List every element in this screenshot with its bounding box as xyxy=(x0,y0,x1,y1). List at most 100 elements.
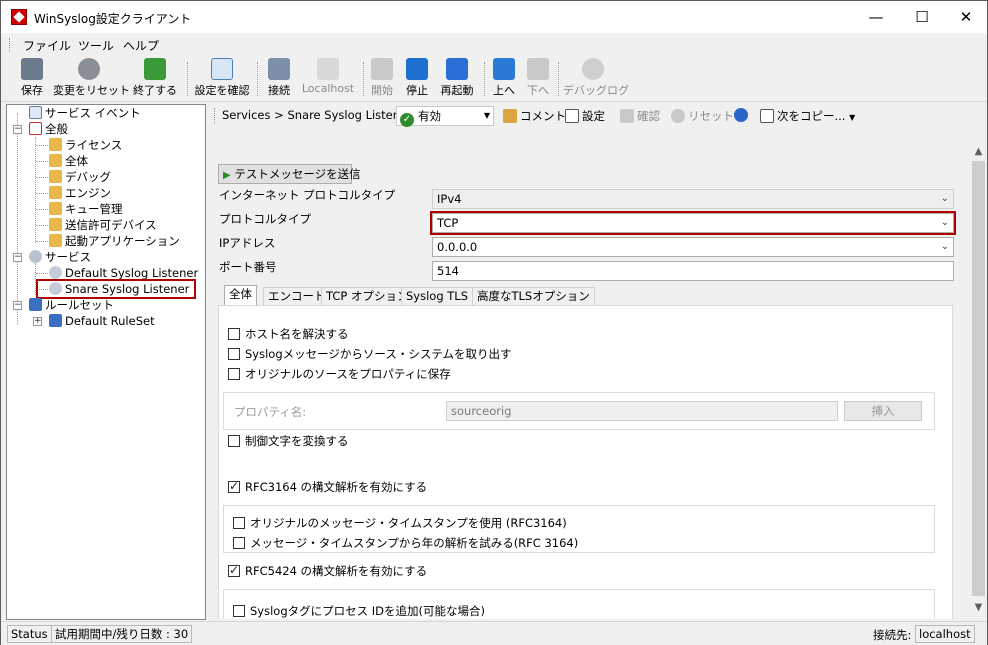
menu-tools[interactable]: ツール xyxy=(78,37,114,54)
localhost-button[interactable]: Localhost xyxy=(299,58,357,100)
app-logo-icon xyxy=(11,9,27,25)
property-name-label: プロパティ名: xyxy=(234,405,307,419)
append-process-id-checkbox[interactable]: Syslogタグにプロセス IDを追加(可能な場合) xyxy=(233,604,485,618)
breadcrumb: Services > Snare Syslog Listener xyxy=(222,108,412,122)
extract-source-checkbox[interactable]: Syslogメッセージからソース・システムを取り出す xyxy=(228,347,511,361)
rfc3164-options-group: オリジナルのメッセージ・タイムスタンプを使用 (RFC3164) メッセージ・タ… xyxy=(223,505,935,553)
vertical-scrollbar[interactable]: ▲ ▼ xyxy=(970,129,987,619)
tree-node-license[interactable]: ライセンス xyxy=(49,137,122,153)
transport-highlight xyxy=(430,211,956,235)
arrow-down-icon xyxy=(527,58,549,80)
chevron-down-icon: ▼ xyxy=(849,113,856,122)
comment-button[interactable]: コメント xyxy=(503,108,566,124)
port-input[interactable]: 514 xyxy=(432,261,954,281)
property-name-input[interactable]: sourceorig xyxy=(446,401,838,421)
ip-address-select[interactable]: 0.0.0.0 ⌄ xyxy=(432,237,954,257)
help-icon xyxy=(734,108,748,122)
menu-file[interactable]: ファイル xyxy=(23,37,71,54)
check-config-button[interactable]: 設定を確認 xyxy=(192,58,252,100)
move-up-button[interactable]: 上へ xyxy=(489,58,519,100)
checkbox-box xyxy=(228,368,240,380)
checkbox-box xyxy=(228,348,240,360)
insert-button[interactable]: 挿入 xyxy=(844,401,922,421)
reset-changes-button[interactable]: 変更をリセット xyxy=(53,58,130,100)
maximize-button[interactable]: ☐ xyxy=(899,1,945,33)
confirm-button[interactable]: 確認 xyxy=(620,108,660,124)
save-icon xyxy=(21,58,43,80)
ruleset-icon xyxy=(29,298,42,311)
help-button[interactable] xyxy=(734,108,751,122)
tree-node-services[interactable]: サービス xyxy=(29,249,91,265)
toolbar-separator xyxy=(558,62,559,96)
collapse-services-icon[interactable]: − xyxy=(13,253,22,262)
restart-button[interactable]: 再起動 xyxy=(437,58,477,100)
tree-node-queue-management[interactable]: キュー管理 xyxy=(49,201,123,217)
parse-year-checkbox[interactable]: メッセージ・タイムスタンプから年の解析を試みる(RFC 3164) xyxy=(233,536,578,550)
scroll-up-icon[interactable]: ▲ xyxy=(970,143,987,160)
tree-node-general[interactable]: 全般 xyxy=(29,121,68,137)
use-original-timestamp-checkbox[interactable]: オリジナルのメッセージ・タイムスタンプを使用 (RFC3164) xyxy=(233,516,567,530)
checklist-icon xyxy=(29,122,42,135)
keep-original-source-checkbox[interactable]: オリジナルのソースをプロパティに保存 xyxy=(228,367,451,381)
tree-line xyxy=(17,113,18,325)
port-label: ポート番号 xyxy=(219,260,277,274)
collapse-general-icon[interactable]: − xyxy=(13,125,22,134)
tree-node-default-ruleset[interactable]: Default RuleSet xyxy=(49,313,155,329)
bug-icon xyxy=(582,58,604,80)
settings-button[interactable]: 設定 xyxy=(565,108,605,124)
tab-general[interactable]: 全体 xyxy=(224,285,257,305)
start-button[interactable]: 開始 xyxy=(367,58,397,100)
header-reset-button[interactable]: リセット xyxy=(671,108,734,124)
protocol-type-select[interactable]: IPv4 ⌄ xyxy=(432,189,954,209)
move-down-button[interactable]: 下へ xyxy=(523,58,553,100)
tree-node-engine[interactable]: エンジン xyxy=(49,185,111,201)
chevron-down-icon: ▼ xyxy=(483,111,490,120)
reset-icon xyxy=(671,109,685,123)
toolbar-separator xyxy=(363,62,364,96)
stop-icon xyxy=(406,58,428,80)
rfc5424-parsing-checkbox[interactable]: RFC5424 の構文解析を有効にする xyxy=(228,563,427,578)
connect-button[interactable]: 接続 xyxy=(263,58,295,100)
scrollbar-thumb[interactable] xyxy=(972,161,985,596)
close-button[interactable]: ✕ xyxy=(943,1,988,33)
tab-syslog-tls[interactable]: Syslog TLS xyxy=(401,287,474,305)
tree-node-debug[interactable]: デバッグ xyxy=(49,169,111,185)
tree-node-service-events[interactable]: サービス イベント xyxy=(29,105,141,121)
convert-control-chars-checkbox[interactable]: 制御文字を変換する xyxy=(228,434,349,448)
exit-button[interactable]: 終了する xyxy=(131,58,179,100)
tree-node-startup-apps[interactable]: 起動アプリケーション xyxy=(49,233,180,249)
config-tree: サービス イベント − 全般 ライセンス 全体 デバッグ エンジン キュー管理 … xyxy=(6,104,206,620)
gears-icon xyxy=(29,250,42,263)
scroll-down-icon[interactable]: ▼ xyxy=(970,599,987,616)
copy-next-button[interactable]: 次をコピー... ▼ xyxy=(760,108,855,124)
tree-node-allowed-senders[interactable]: 送信許可デバイス xyxy=(49,217,157,233)
tab-advanced-tls[interactable]: 高度なTLSオプション xyxy=(472,287,595,305)
collapse-rulesets-icon[interactable]: − xyxy=(13,301,22,310)
exit-icon xyxy=(144,58,166,80)
reset-icon xyxy=(78,58,100,80)
shield-icon xyxy=(49,170,62,183)
menu-grip xyxy=(9,38,11,52)
send-test-message-button[interactable]: ▶ テストメッセージを送信 xyxy=(218,164,361,184)
tree-node-overall[interactable]: 全体 xyxy=(49,153,88,169)
tab-tcp-options[interactable]: TCP オプション xyxy=(321,287,414,305)
minimize-button[interactable]: — xyxy=(853,1,899,33)
checkbox-box xyxy=(233,537,245,549)
menu-bar: ファイル ツール ヘルプ xyxy=(1,34,987,56)
checkbox-box xyxy=(233,517,245,529)
expand-default-ruleset-icon[interactable]: + xyxy=(33,317,42,326)
title-bar: WinSyslog設定クライアント — ☐ ✕ xyxy=(1,1,987,33)
rfc3164-parsing-checkbox[interactable]: RFC3164 の構文解析を有効にする xyxy=(228,479,427,494)
save-button[interactable]: 保存 xyxy=(15,58,49,100)
stop-button[interactable]: 停止 xyxy=(401,58,433,100)
tree-node-rulesets[interactable]: ルールセット xyxy=(29,297,114,313)
resolve-hostname-checkbox[interactable]: ホスト名を解決する xyxy=(228,327,349,341)
header-grip xyxy=(214,108,215,124)
gear-icon xyxy=(49,266,62,279)
enabled-status-dropdown[interactable]: ✓ 有効 ▼ xyxy=(396,106,494,127)
tree-line xyxy=(36,193,48,194)
debug-log-button[interactable]: デバッグログ xyxy=(563,58,629,100)
status-bar: Status 試用期間中/残り日数 : 30 接続先: localhost xyxy=(1,621,987,645)
menu-help[interactable]: ヘルプ xyxy=(123,37,159,54)
transport-label: プロトコルタイプ xyxy=(219,212,311,226)
